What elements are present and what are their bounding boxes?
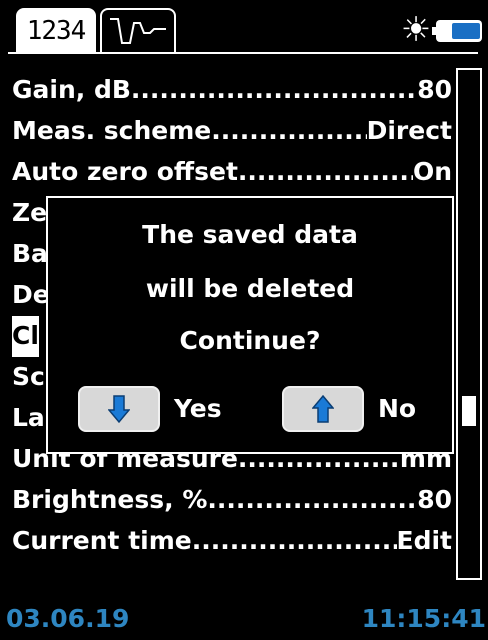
row-label: Brightness, %: [12, 485, 208, 514]
row-label: Meas. scheme: [12, 116, 212, 145]
row-label: Gain, dB: [12, 75, 131, 104]
arrow-down-icon: [108, 395, 130, 424]
confirm-dialog: The saved data will be deleted Continue?…: [46, 196, 454, 454]
sun-icon: ☀: [400, 10, 432, 50]
row-label: Auto zero offset: [12, 157, 238, 186]
status-date: 03.06.19: [6, 604, 130, 633]
row-dots: [131, 70, 417, 111]
no-button[interactable]: [282, 386, 364, 432]
row-value: On: [412, 157, 452, 186]
scrollbar[interactable]: [456, 68, 482, 580]
row-current-time[interactable]: Current time Edit: [12, 521, 452, 562]
row-label: Ba: [12, 239, 48, 268]
row-value: 80: [417, 75, 452, 104]
scrollbar-thumb[interactable]: [462, 396, 476, 426]
row-label: Cl: [12, 316, 39, 357]
dialog-line-3: Continue?: [179, 326, 321, 355]
row-dots: [207, 480, 417, 521]
row-dots: [192, 521, 397, 562]
tab-waveform[interactable]: [100, 8, 176, 52]
row-meas-scheme[interactable]: Meas. scheme Direct: [12, 111, 452, 152]
row-gain[interactable]: Gain, dB 80: [12, 70, 452, 111]
row-value: 80: [417, 485, 452, 514]
dialog-line-1: The saved data: [142, 220, 358, 249]
row-value: Edit: [396, 526, 453, 555]
top-bar: 1234 ☀: [0, 0, 488, 56]
arrow-up-icon: [312, 394, 334, 423]
row-auto-zero[interactable]: Auto zero offset On: [12, 152, 452, 193]
yes-label[interactable]: Yes: [174, 390, 222, 428]
row-label: Current time: [12, 526, 192, 555]
row-value: Direct: [366, 116, 452, 145]
row-dots: [211, 111, 366, 152]
dialog-line-2: will be deleted: [145, 274, 355, 303]
status-time: 11:15:41: [361, 604, 486, 633]
row-dots: [238, 152, 413, 193]
no-label[interactable]: No: [378, 390, 416, 428]
waveform-icon: [110, 18, 166, 44]
tab-underline: [8, 52, 478, 54]
row-label: Sc: [12, 362, 45, 391]
tab-digital[interactable]: 1234: [16, 8, 96, 52]
tab-digital-label: 1234: [26, 16, 87, 46]
row-label: Ze: [12, 198, 48, 227]
battery-icon: [432, 20, 482, 42]
row-brightness[interactable]: Brightness, % 80: [12, 480, 452, 521]
row-label: La: [12, 403, 45, 432]
yes-button[interactable]: [78, 386, 160, 432]
row-label: De: [12, 280, 50, 309]
